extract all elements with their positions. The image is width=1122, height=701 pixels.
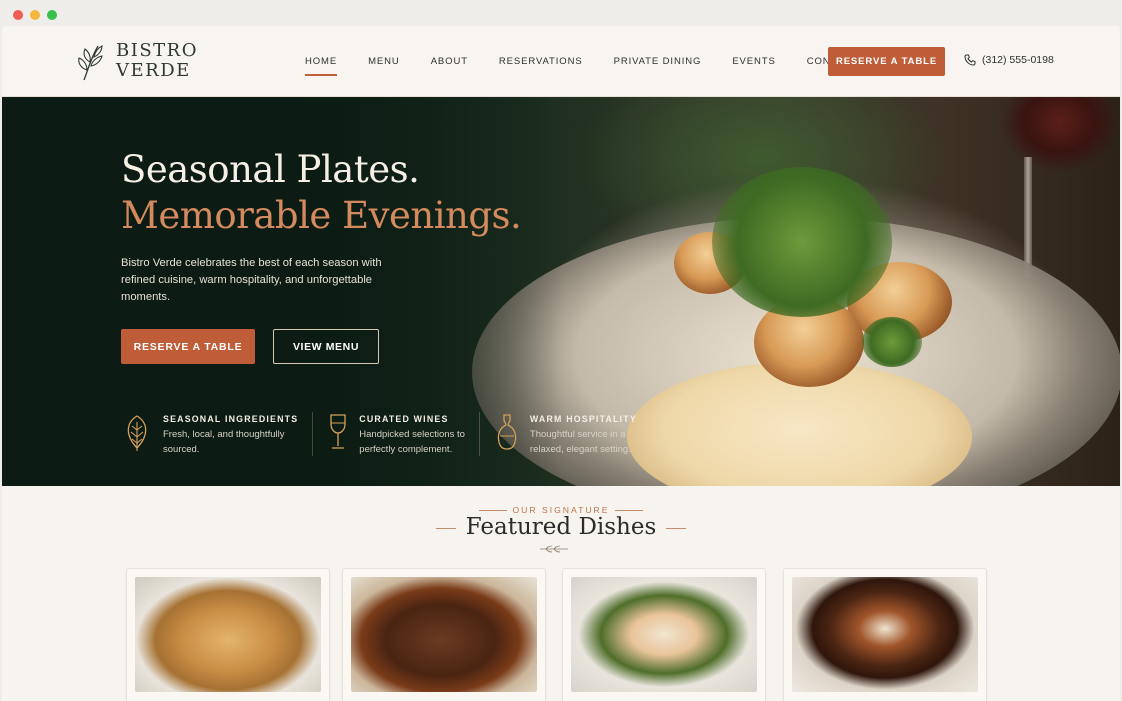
main-nav: HOME MENU ABOUT RESERVATIONS PRIVATE DIN… xyxy=(305,56,858,76)
close-window-button[interactable] xyxy=(13,10,23,20)
leaf-icon xyxy=(127,415,147,451)
divider xyxy=(435,527,456,529)
dish-card-pasta[interactable] xyxy=(126,568,330,701)
sprig-ornament-icon xyxy=(540,545,568,553)
window-chrome xyxy=(0,0,1122,26)
site-header: BISTRO VERDE HOME MENU ABOUT RESERVATION… xyxy=(2,26,1120,97)
hero-headline-accent: Memorable Evenings. xyxy=(121,194,522,237)
phone-number: (312) 555-0198 xyxy=(982,54,1054,66)
hero-description: Bistro Verde celebrates the best of each… xyxy=(121,257,382,303)
divider xyxy=(615,510,644,512)
feature-desc-line: Fresh, local, and thoughtfully xyxy=(163,429,285,440)
feature-item: WARM HOSPITALITY Thoughtful service in a… xyxy=(494,412,651,456)
nav-menu[interactable]: MENU xyxy=(368,56,400,67)
header-reserve-button[interactable]: RESERVE A TABLE xyxy=(828,47,945,76)
web-page: BISTRO VERDE HOME MENU ABOUT RESERVATION… xyxy=(2,26,1120,701)
browser-window: BISTRO VERDE HOME MENU ABOUT RESERVATION… xyxy=(0,0,1122,701)
dish-card-fish[interactable] xyxy=(562,568,766,701)
dish-image xyxy=(571,577,757,692)
hero-section: Seasonal Plates. Memorable Evenings. Bis… xyxy=(2,97,1120,486)
dish-card-dessert[interactable] xyxy=(783,568,987,701)
section-title-text: Featured Dishes xyxy=(465,514,657,540)
feature-desc-line: Thoughtful service in a xyxy=(529,429,626,440)
feature-list: SEASONAL INGREDIENTS Fresh, local, and t… xyxy=(121,412,665,456)
feature-title: WARM HOSPITALITY xyxy=(529,414,637,424)
hero-content: Seasonal Plates. Memorable Evenings. Bis… xyxy=(121,147,522,364)
phone-link[interactable]: (312) 555-0198 xyxy=(964,54,1054,66)
hero-buttons: RESERVE A TABLE VIEW MENU xyxy=(121,329,379,364)
feature-description: Handpicked selections to perfectly compl… xyxy=(359,427,465,457)
divider xyxy=(666,527,687,529)
feature-description: Thoughtful service in a relaxed, elegant… xyxy=(530,427,637,457)
wine-glass-image xyxy=(970,97,1120,257)
minimize-window-button[interactable] xyxy=(30,10,40,20)
view-menu-button[interactable]: VIEW MENU xyxy=(273,329,379,364)
feature-desc-line: sourced. xyxy=(163,444,200,455)
hero-headline: Seasonal Plates. xyxy=(121,148,420,191)
carafe-icon xyxy=(497,414,517,450)
reserve-table-button[interactable]: RESERVE A TABLE xyxy=(121,329,255,364)
nav-reservations[interactable]: RESERVATIONS xyxy=(499,56,583,67)
nav-home[interactable]: HOME xyxy=(305,56,338,76)
feature-title: CURATED WINES xyxy=(359,414,449,424)
olive-branch-icon xyxy=(78,45,103,81)
feature-desc-line: perfectly complement. xyxy=(359,444,453,455)
dish-image xyxy=(351,577,537,692)
feature-item: SEASONAL INGREDIENTS Fresh, local, and t… xyxy=(121,412,314,457)
feature-item: CURATED WINES Handpicked selections to p… xyxy=(327,412,480,456)
nav-about[interactable]: ABOUT xyxy=(431,56,468,67)
microgreens-image xyxy=(862,317,922,367)
logo[interactable]: BISTRO VERDE xyxy=(74,40,198,82)
feature-title: SEASONAL INGREDIENTS xyxy=(163,414,299,424)
brand-line-1: BISTRO xyxy=(116,40,198,61)
dish-card-steak[interactable] xyxy=(342,568,546,701)
feature-description: Fresh, local, and thoughtfully sourced. xyxy=(163,427,298,457)
section-title: Featured Dishes xyxy=(2,514,1120,540)
wine-glass-stem xyxy=(1024,157,1032,277)
dish-image xyxy=(135,577,321,692)
brand-name: BISTRO VERDE xyxy=(116,41,198,81)
nav-events[interactable]: EVENTS xyxy=(732,56,775,67)
featured-dishes-section: OUR SIGNATURE Featured Dishes xyxy=(2,486,1120,701)
brand-line-2: VERDE xyxy=(116,60,191,81)
divider xyxy=(478,510,507,512)
feature-desc-line: Handpicked selections to xyxy=(359,429,465,440)
phone-icon xyxy=(964,54,976,66)
maximize-window-button[interactable] xyxy=(47,10,57,20)
microgreens-image xyxy=(712,167,892,317)
feature-desc-line: relaxed, elegant setting. xyxy=(529,444,631,455)
nav-private-dining[interactable]: PRIVATE DINING xyxy=(614,56,702,67)
dish-image xyxy=(792,577,978,692)
wine-glass-icon xyxy=(330,414,346,449)
